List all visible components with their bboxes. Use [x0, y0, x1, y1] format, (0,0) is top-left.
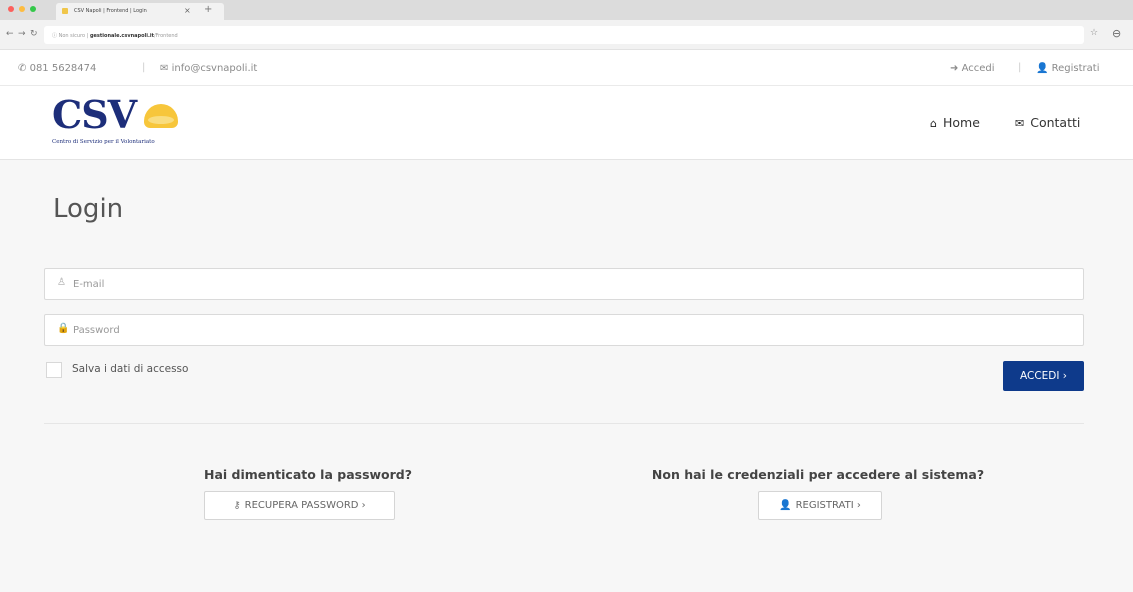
new-tab-button[interactable]: + [204, 4, 212, 15]
phone-icon: ✆ [18, 63, 27, 74]
register-link[interactable]: 👤 Registrati [1036, 63, 1100, 74]
info-icon: ⓘ [52, 33, 59, 39]
user-plus-icon: 👤 [779, 500, 792, 511]
page-title: Login [53, 194, 124, 224]
url-security-label: Non sicuro [58, 33, 86, 39]
register-button-label: REGISTRATI › [795, 500, 861, 511]
nav-home-label: Home [942, 115, 980, 130]
browser-tab[interactable]: CSV Napoli | Frontend | Login × [56, 3, 224, 20]
login-section: Login ♙ 🔒 Salva i dati di accesso ACCEDI… [0, 160, 1133, 592]
email-field[interactable]: ♙ [44, 268, 1084, 300]
register-button[interactable]: 👤 REGISTRATI › [758, 491, 882, 520]
logo-sun-icon [144, 104, 178, 128]
envelope-icon: ✉ [1015, 117, 1025, 130]
tab-close-icon[interactable]: × [184, 6, 191, 15]
email-address: info@csvnapoli.it [171, 63, 258, 74]
logo-text: CSV [52, 92, 137, 137]
email-input[interactable] [73, 269, 1063, 299]
logo-tagline: Centro di Servizio per il Volontariato [52, 139, 155, 145]
back-icon[interactable]: ← [6, 29, 14, 39]
divider: | [142, 62, 146, 73]
phone-contact: ✆ 081 5628474 [18, 63, 96, 74]
email-contact[interactable]: ✉ info@csvnapoli.it [160, 63, 257, 74]
user-icon: ♙ [57, 277, 66, 288]
url-host: gestionale.csvnapoli.it [89, 33, 154, 39]
bookmark-star-icon[interactable]: ☆ [1090, 28, 1098, 38]
password-field[interactable]: 🔒 [44, 314, 1084, 346]
remember-checkbox[interactable] [46, 362, 62, 378]
contact-bar: ✆ 081 5628474 | ✉ info@csvnapoli.it ➜ Ac… [0, 50, 1133, 86]
login-link-label: Accedi [961, 63, 995, 74]
nav-home[interactable]: ⌂ Home [930, 115, 980, 130]
lock-icon: 🔒 [57, 323, 70, 334]
reload-icon[interactable]: ↻ [30, 29, 38, 39]
recover-password-label: RECUPERA PASSWORD › [244, 500, 366, 511]
user-plus-icon: 👤 [1036, 63, 1049, 74]
address-bar[interactable]: ⓘ Non sicuro | gestionale.csvnapoli.it/F… [44, 26, 1084, 44]
sign-in-icon: ➜ [950, 63, 959, 74]
login-link[interactable]: ➜ Accedi [950, 63, 995, 74]
nav-contatti[interactable]: ✉ Contatti [1015, 115, 1080, 130]
home-icon: ⌂ [930, 117, 937, 130]
password-input[interactable] [73, 315, 1063, 345]
tab-title: CSV Napoli | Frontend | Login [74, 8, 147, 14]
envelope-icon: ✉ [160, 63, 169, 74]
browser-tab-bar: CSV Napoli | Frontend | Login × + [0, 0, 1133, 20]
csv-logo[interactable]: CSV Centro di Servizio per il Volontaria… [52, 92, 252, 154]
nav-contatti-label: Contatti [1030, 115, 1081, 130]
window-minimize-button[interactable] [19, 6, 25, 12]
window-maximize-button[interactable] [30, 6, 36, 12]
phone-number: 081 5628474 [29, 63, 97, 74]
section-divider [44, 423, 1084, 424]
favicon-icon [62, 8, 68, 14]
divider: | [1018, 62, 1022, 73]
forward-icon[interactable]: → [18, 29, 26, 39]
url-path: /Frontend [153, 33, 178, 39]
accedi-button[interactable]: ACCEDI › [1003, 361, 1084, 391]
profile-icon[interactable]: ⊖ [1112, 27, 1121, 40]
window-close-button[interactable] [8, 6, 14, 12]
browser-toolbar: ← → ↻ ⓘ Non sicuro | gestionale.csvnapol… [0, 20, 1133, 50]
key-icon: ⚷ [233, 500, 241, 511]
register-question: Non hai le credenziali per accedere al s… [651, 467, 985, 482]
remember-label[interactable]: Salva i dati di accesso [72, 363, 188, 375]
register-link-label: Registrati [1051, 63, 1100, 74]
recover-password-button[interactable]: ⚷ RECUPERA PASSWORD › [204, 491, 395, 520]
recover-question: Hai dimenticato la password? [203, 467, 413, 482]
site-header: CSV Centro di Servizio per il Volontaria… [0, 86, 1133, 160]
